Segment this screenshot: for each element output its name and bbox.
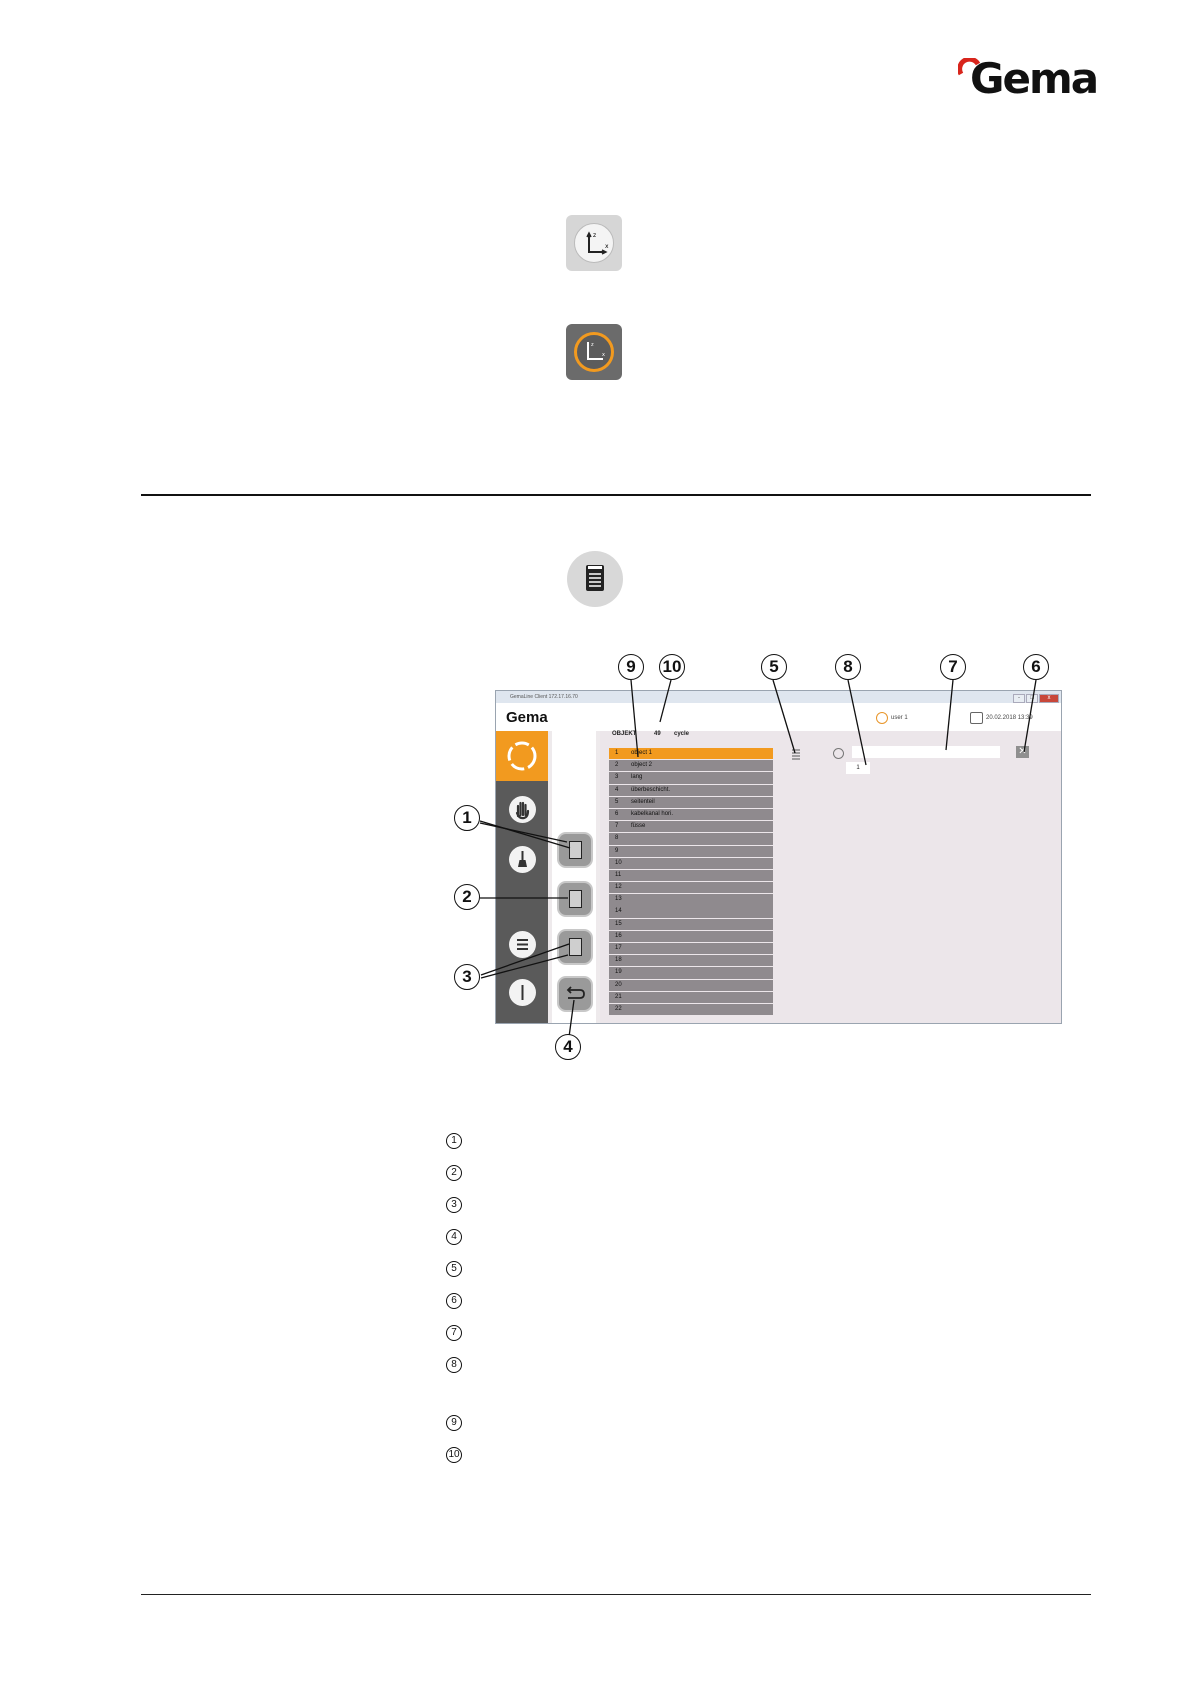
callout-10: 10 [659, 654, 685, 680]
callout-4: 4 [555, 1034, 581, 1060]
legend-1: 1 [446, 1133, 462, 1149]
legend-7: 7 [446, 1325, 462, 1341]
callout-7: 7 [940, 654, 966, 680]
legend-5: 5 [446, 1261, 462, 1277]
callout-3: 3 [454, 964, 480, 990]
legend-8: 8 [446, 1357, 462, 1373]
callout-6: 6 [1023, 654, 1049, 680]
footer-rule [141, 1594, 1091, 1595]
legend-4: 4 [446, 1229, 462, 1245]
legend-9: 9 [446, 1415, 462, 1431]
callout-lines [479, 679, 1037, 1038]
callout-8: 8 [835, 654, 861, 680]
legend-2: 2 [446, 1165, 462, 1181]
legend-10: 10 [446, 1447, 462, 1463]
callout-9: 9 [618, 654, 644, 680]
callout-2: 2 [454, 884, 480, 910]
callout-5: 5 [761, 654, 787, 680]
callout-1: 1 [454, 805, 480, 831]
legend-3: 3 [446, 1197, 462, 1213]
legend-6: 6 [446, 1293, 462, 1309]
